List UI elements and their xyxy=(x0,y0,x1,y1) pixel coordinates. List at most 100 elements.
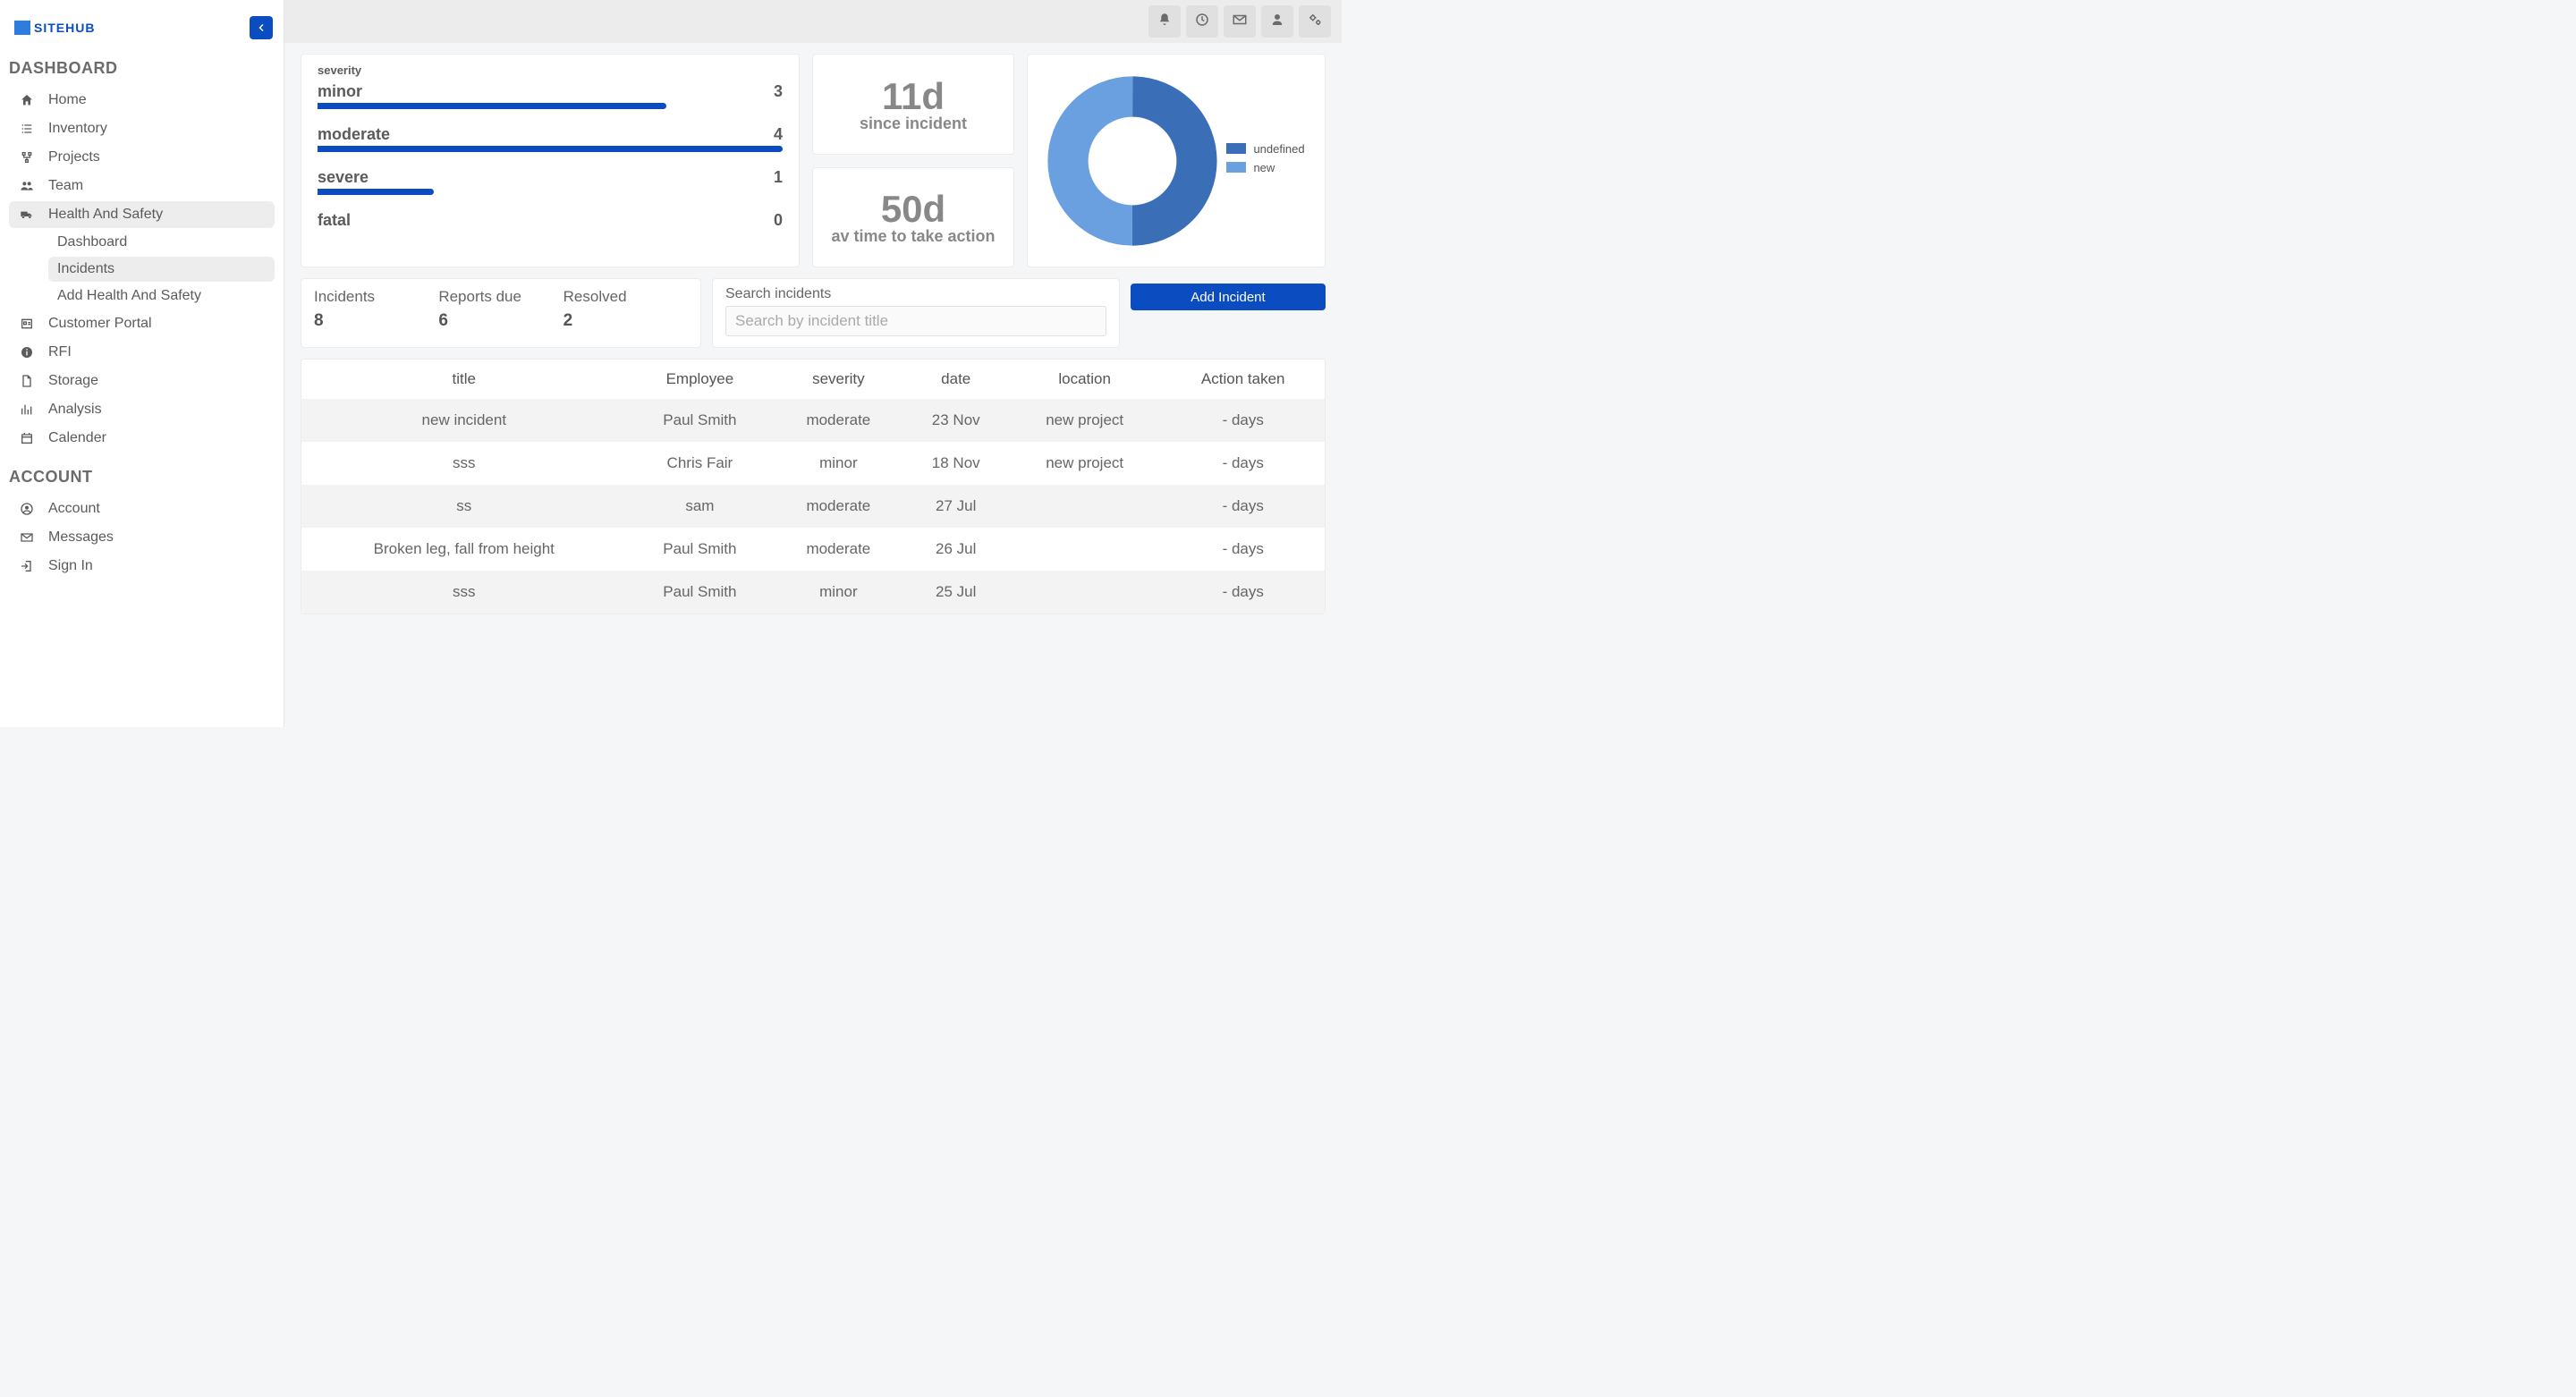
legend-item-undefined: undefined xyxy=(1226,142,1304,156)
sidebar-section-dashboard: DASHBOARD xyxy=(0,55,284,87)
table-cell: 25 Jul xyxy=(904,571,1008,614)
table-row[interactable]: sssPaul Smithminor25 Jul- days xyxy=(301,571,1325,614)
table-cell: minor xyxy=(773,442,903,485)
topbar-user-button[interactable] xyxy=(1261,5,1293,38)
severity-label: moderate xyxy=(318,125,390,144)
list-icon xyxy=(18,122,36,136)
status-donut-card: undefined new xyxy=(1027,54,1326,267)
sidebar-item-analysis[interactable]: Analysis xyxy=(9,396,275,423)
sidebar-item-calender[interactable]: Calender xyxy=(9,425,275,452)
table-cell: - days xyxy=(1161,442,1325,485)
table-cell: Chris Fair xyxy=(627,442,774,485)
sidebar-item-rfi[interactable]: RFI xyxy=(9,339,275,366)
table-row[interactable]: sssChris Fairminor18 Novnew project- day… xyxy=(301,442,1325,485)
sidebar-item-label: Customer Portal xyxy=(48,316,152,332)
search-input[interactable] xyxy=(725,306,1106,336)
incidents-table: titleEmployeeseveritydatelocationAction … xyxy=(301,360,1325,614)
sidebar-item-account[interactable]: Account xyxy=(9,495,275,522)
sidebar-item-home[interactable]: Home xyxy=(9,87,275,114)
donut-chart xyxy=(1047,76,1217,246)
table-cell: sam xyxy=(627,485,774,528)
kpi-since-incident: 11d since incident xyxy=(812,54,1014,155)
topbar-bell-button[interactable] xyxy=(1148,5,1181,38)
topbar-clock-button[interactable] xyxy=(1186,5,1218,38)
col-title[interactable]: title xyxy=(301,360,627,399)
search-label: Search incidents xyxy=(725,286,1106,302)
sidebar: SITEHUB DASHBOARD Home Inventory Projects T… xyxy=(0,0,284,727)
truck-icon xyxy=(18,207,36,222)
topbar-cogs-button[interactable] xyxy=(1299,5,1331,38)
stat-label: Incidents xyxy=(314,288,438,306)
sidebar-subitem-incidents[interactable]: Incidents xyxy=(48,257,275,282)
logo-icon xyxy=(14,21,30,35)
home-icon xyxy=(18,93,36,107)
table-cell: Paul Smith xyxy=(627,571,774,614)
col-date[interactable]: date xyxy=(904,360,1008,399)
sidebar-item-label: Team xyxy=(48,178,83,194)
users-icon xyxy=(18,179,36,193)
table-cell: ss xyxy=(301,485,627,528)
legend-label: new xyxy=(1253,161,1275,174)
col-location[interactable]: location xyxy=(1008,360,1162,399)
table-cell: moderate xyxy=(773,528,903,571)
main: severity minor3moderate4severe1fatal0 11… xyxy=(284,0,1342,727)
table-row[interactable]: Broken leg, fall from heightPaul Smithmo… xyxy=(301,528,1325,571)
col-action-taken[interactable]: Action taken xyxy=(1161,360,1325,399)
table-cell: sss xyxy=(301,442,627,485)
sidebar-item-label: Analysis xyxy=(48,402,102,418)
nav-account: Account Messages Sign In xyxy=(0,495,284,581)
severity-chart-title: severity xyxy=(318,64,783,77)
topbar-mail-button[interactable] xyxy=(1224,5,1256,38)
severity-value: 3 xyxy=(774,82,783,101)
bars-icon xyxy=(18,402,36,417)
sidebar-item-team[interactable]: Team xyxy=(9,173,275,199)
sidebar-item-label: Health And Safety xyxy=(48,207,163,223)
stat-value: 8 xyxy=(314,311,438,331)
table-cell: moderate xyxy=(773,399,903,442)
sidebar-subitem-dashboard[interactable]: Dashboard xyxy=(48,230,275,255)
table-cell: - days xyxy=(1161,528,1325,571)
sidebar-item-label: Account xyxy=(48,501,100,517)
sidebar-item-label: RFI xyxy=(48,344,72,360)
table-cell: new incident xyxy=(301,399,627,442)
table-cell: Broken leg, fall from height xyxy=(301,528,627,571)
table-cell: minor xyxy=(773,571,903,614)
sidebar-item-label: Calender xyxy=(48,430,106,446)
brand-logo[interactable]: SITEHUB xyxy=(14,21,95,35)
table-row[interactable]: sssammoderate27 Jul- days xyxy=(301,485,1325,528)
sidebar-item-health-and-safety[interactable]: Health And Safety xyxy=(9,201,275,228)
table-cell: - days xyxy=(1161,399,1325,442)
table-cell: 23 Nov xyxy=(904,399,1008,442)
sidebar-item-label: Messages xyxy=(48,529,114,546)
sidebar-item-label: Sign In xyxy=(48,558,93,574)
severity-value: 1 xyxy=(774,168,783,187)
col-employee[interactable]: Employee xyxy=(627,360,774,399)
severity-label: fatal xyxy=(318,211,351,230)
sidebar-item-messages[interactable]: Messages xyxy=(9,524,275,551)
legend-swatch xyxy=(1226,162,1246,173)
sidebar-item-projects[interactable]: Projects xyxy=(9,144,275,171)
table-row[interactable]: new incidentPaul Smithmoderate23 Novnew … xyxy=(301,399,1325,442)
sidebar-section-account: ACCOUNT xyxy=(0,464,284,495)
sidebar-item-storage[interactable]: Storage xyxy=(9,368,275,394)
user-icon xyxy=(1269,12,1285,32)
kpi-label: av time to take action xyxy=(831,227,995,246)
content: severity minor3moderate4severe1fatal0 11… xyxy=(284,43,1342,727)
severity-bar-moderate: moderate4 xyxy=(318,125,783,152)
sidebar-collapse-button[interactable] xyxy=(250,16,273,39)
col-severity[interactable]: severity xyxy=(773,360,903,399)
id-icon xyxy=(18,317,36,331)
signin-icon xyxy=(18,559,36,573)
sidebar-item-label: Inventory xyxy=(48,121,107,137)
sidebar-item-sign-in[interactable]: Sign In xyxy=(9,553,275,580)
table-cell: moderate xyxy=(773,485,903,528)
sidebar-subitem-add-health-and-safety[interactable]: Add Health And Safety xyxy=(48,284,275,309)
sidebar-item-customer-portal[interactable]: Customer Portal xyxy=(9,310,275,337)
sidebar-item-label: Storage xyxy=(48,373,98,389)
kpi-label: since incident xyxy=(860,114,967,133)
sidebar-item-inventory[interactable]: Inventory xyxy=(9,115,275,142)
severity-bar-fatal: fatal0 xyxy=(318,211,783,238)
table-cell: new project xyxy=(1008,399,1162,442)
table-cell xyxy=(1008,485,1162,528)
add-incident-button[interactable]: Add Incident xyxy=(1131,284,1326,310)
